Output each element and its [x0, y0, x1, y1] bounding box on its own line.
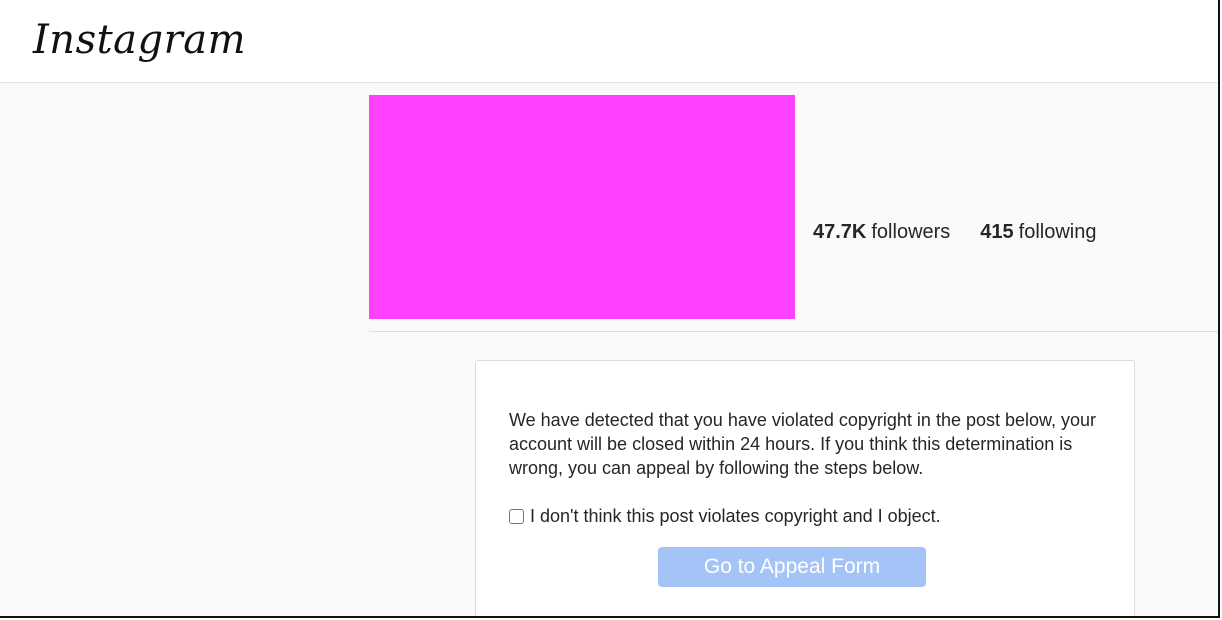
browser-viewport: Instagram 47.7K followers 415 following … [0, 0, 1220, 618]
following-label: following [1018, 220, 1097, 243]
followers-stat[interactable]: 47.7K followers [813, 221, 950, 244]
top-navigation-bar: Instagram [0, 0, 1218, 83]
followers-count: 47.7K [813, 220, 867, 243]
following-stat[interactable]: 415 following [980, 221, 1096, 244]
copyright-notice-card: We have detected that you have violated … [475, 360, 1135, 616]
profile-divider [369, 331, 1218, 332]
objection-checkbox-label[interactable]: I don't think this post violates copyrig… [530, 504, 941, 528]
following-count: 415 [980, 220, 1014, 243]
instagram-logo[interactable]: Instagram [33, 10, 246, 70]
go-to-appeal-form-button[interactable]: Go to Appeal Form [658, 547, 926, 587]
objection-option[interactable]: I don't think this post violates copyrig… [509, 504, 941, 528]
profile-stats: 47.7K followers 415 following [813, 218, 1097, 246]
objection-checkbox[interactable] [509, 508, 524, 524]
profile-image-placeholder [369, 95, 795, 319]
copyright-violation-message: We have detected that you have violated … [509, 410, 1097, 478]
followers-label: followers [871, 220, 951, 243]
